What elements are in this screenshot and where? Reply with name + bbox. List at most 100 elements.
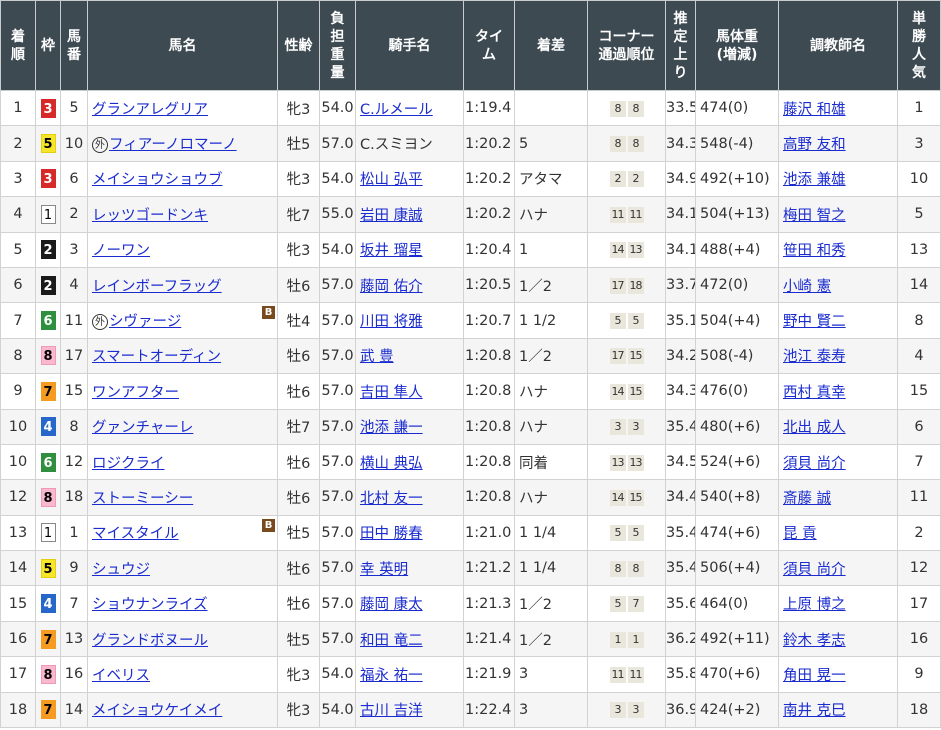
corner-position-1: 14 xyxy=(609,242,626,259)
sex-age-cell: 牡7 xyxy=(277,408,320,445)
header-jockey: 騎手名 xyxy=(355,0,464,91)
rank-cell: 6 xyxy=(0,266,36,304)
body-weight-diff: (+6) xyxy=(727,666,761,683)
trainer-link[interactable]: 鈴木 孝志 xyxy=(783,633,846,649)
popularity-cell: 2 xyxy=(897,514,941,552)
horse-name-link[interactable]: グランアレグリア xyxy=(92,102,208,118)
horse-name-link[interactable]: ストーミーシー xyxy=(92,491,193,507)
sex-age-cell: 牝7 xyxy=(277,196,320,233)
horse-name-link[interactable]: グァンチャーレ xyxy=(92,420,193,436)
horse-number-cell: 8 xyxy=(60,408,88,445)
corner-cell: 14 15 xyxy=(587,373,666,410)
trainer-link[interactable]: 小崎 憲 xyxy=(783,279,831,295)
jockey-link[interactable]: 松山 弘平 xyxy=(360,172,423,188)
horse-name-link[interactable]: ロジクライ xyxy=(92,456,165,472)
waku-cell: 3 xyxy=(35,160,61,198)
jockey-link[interactable]: 藤岡 康太 xyxy=(360,597,423,613)
waku-badge: 3 xyxy=(40,98,56,118)
horse-name-link[interactable]: イベリス xyxy=(92,668,150,684)
body-weight-cell: 464(0) xyxy=(695,585,779,622)
trainer-link[interactable]: 梅田 智之 xyxy=(783,208,846,224)
horse-name-link[interactable]: ショウナンライズ xyxy=(92,597,208,613)
table-row: 4 1 2 レッツゴードンキ 牝7 55.0 岩田 康誠 1:20.2 ハナ 11 11 34.1 50… xyxy=(0,196,941,233)
sex-age-cell: 牡6 xyxy=(277,585,320,622)
jockey-link[interactable]: 池添 謙一 xyxy=(360,420,423,436)
jockey-link[interactable]: 田中 勝春 xyxy=(360,526,423,542)
horse-name-cell: ロジクライ xyxy=(87,443,278,481)
trainer-link[interactable]: 笹田 和秀 xyxy=(783,243,846,259)
trainer-link[interactable]: 野中 賢二 xyxy=(783,314,846,330)
margin-cell: ハナ xyxy=(514,373,588,410)
popularity-cell: 7 xyxy=(897,443,941,481)
horse-name-link[interactable]: シュウジ xyxy=(92,562,150,578)
table-row: 18 7 14 メイショウケイメイ 牝3 54.0 古川 吉洋 1:22.4 3 3 3 36.9 42… xyxy=(0,691,941,729)
jockey-link[interactable]: 武 豊 xyxy=(360,349,394,365)
horse-name-link[interactable]: レッツゴードンキ xyxy=(92,208,208,224)
margin-cell: アタマ xyxy=(514,160,588,198)
corner-cell: 11 11 xyxy=(587,656,666,693)
trainer-link[interactable]: 斎藤 誠 xyxy=(783,491,831,507)
corner-cell: 17 15 xyxy=(587,337,666,375)
trainer-link[interactable]: 昆 貢 xyxy=(783,526,817,542)
trainer-link[interactable]: 池添 兼雄 xyxy=(783,172,846,188)
time-cell: 1:20.8 xyxy=(463,373,515,410)
jockey-link[interactable]: 北村 友一 xyxy=(360,491,423,507)
jockey-link[interactable]: 福永 祐一 xyxy=(360,668,423,684)
jockey-link[interactable]: 坂井 瑠星 xyxy=(360,243,423,259)
margin-cell: 5 xyxy=(514,125,588,162)
jockey-cell: 和田 竜二 xyxy=(355,620,464,658)
horse-name-link[interactable]: スマートオーディン xyxy=(92,349,221,365)
horse-name-link[interactable]: レインボーフラッグ xyxy=(92,279,222,295)
trainer-link[interactable]: 西村 真幸 xyxy=(783,385,846,401)
trainer-link[interactable]: 藤沢 和雄 xyxy=(783,102,846,118)
time-cell: 1:21.3 xyxy=(463,585,515,622)
trainer-link[interactable]: 上原 博之 xyxy=(783,597,846,613)
jockey-link[interactable]: C.ルメール xyxy=(360,102,433,118)
horse-name-link[interactable]: ワンアフター xyxy=(92,385,179,401)
sex-age-cell: 牝3 xyxy=(277,231,320,268)
margin-cell: 1／2 xyxy=(514,585,588,622)
trainer-link[interactable]: 角田 晃一 xyxy=(783,668,846,684)
sex-age-cell: 牝3 xyxy=(277,656,320,693)
last3f-cell: 34.3 xyxy=(665,373,696,410)
horse-name-link[interactable]: メイショウショウブ xyxy=(92,172,223,188)
time-cell: 1:20.2 xyxy=(463,125,515,162)
sex-age-cell: 牡6 xyxy=(277,337,320,375)
corner-cell: 55 xyxy=(587,302,666,339)
corner-position-2: 1 xyxy=(627,631,644,648)
horse-name-link[interactable]: シヴァージ xyxy=(109,314,181,330)
trainer-link[interactable]: 池江 泰寿 xyxy=(783,349,846,365)
waku-cell: 2 xyxy=(35,231,61,268)
waku-badge: 5 xyxy=(40,134,56,154)
trainer-link[interactable]: 南井 克巳 xyxy=(783,703,846,719)
horse-name-link[interactable]: マイスタイル xyxy=(92,526,179,542)
jockey-link[interactable]: 藤岡 佑介 xyxy=(360,279,423,295)
trainer-link[interactable]: 須貝 尚介 xyxy=(783,562,846,578)
horse-name-link[interactable]: フィアーノロマーノ xyxy=(109,137,237,153)
horse-number-cell: 13 xyxy=(60,620,88,658)
trainer-link[interactable]: 須貝 尚介 xyxy=(783,456,846,472)
waku-badge: 7 xyxy=(40,381,56,401)
body-weight-diff: (+6) xyxy=(727,454,761,471)
horse-name-cell: ワンアフター xyxy=(87,373,278,410)
jockey-link[interactable]: 吉田 隼人 xyxy=(360,385,423,401)
waku-badge: 7 xyxy=(40,629,56,649)
horse-name-link[interactable]: ノーワン xyxy=(92,243,150,259)
horse-name-link[interactable]: メイショウケイメイ xyxy=(92,703,222,719)
waku-badge: 8 xyxy=(40,346,56,366)
weight-cell: 54.0 xyxy=(319,89,356,127)
trainer-cell: 北出 成人 xyxy=(778,408,898,445)
jockey-link[interactable]: 古川 吉洋 xyxy=(360,703,423,719)
jockey-link[interactable]: 岩田 康誠 xyxy=(360,208,423,224)
trainer-link[interactable]: 北出 成人 xyxy=(783,420,846,436)
jockey-link[interactable]: 和田 竜二 xyxy=(360,633,423,649)
popularity-cell: 11 xyxy=(897,479,941,516)
horse-name-link[interactable]: グランドボヌール xyxy=(92,633,208,649)
jockey-link[interactable]: 横山 典弘 xyxy=(360,456,423,472)
jockey-link[interactable]: 川田 将雅 xyxy=(360,314,423,330)
trainer-cell: 西村 真幸 xyxy=(778,373,898,410)
trainer-cell: 野中 賢二 xyxy=(778,302,898,339)
header-horse-name: 馬名 xyxy=(87,0,278,91)
trainer-link[interactable]: 高野 友和 xyxy=(783,137,846,153)
jockey-link[interactable]: 幸 英明 xyxy=(360,562,408,578)
